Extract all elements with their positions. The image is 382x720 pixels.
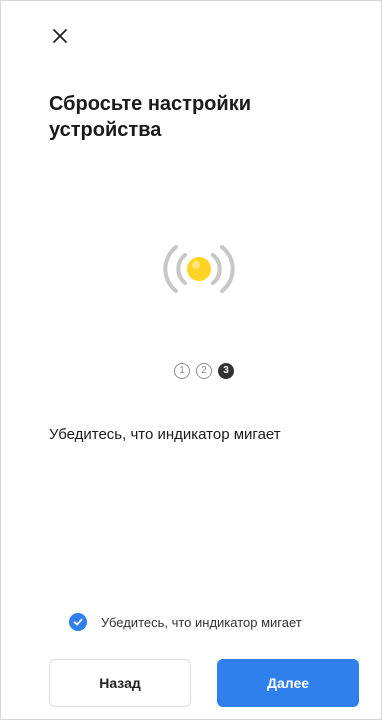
step-3-current: 3	[218, 363, 234, 379]
page-title: Сбросьте настройки устройства	[49, 93, 251, 141]
step-1: 1	[174, 363, 190, 379]
checkmark-icon	[73, 618, 83, 626]
confirm-checkbox-row[interactable]: Убедитесь, что индикатор мигает	[69, 613, 302, 631]
screen: Сбросьте настройки устройства 1 2 3 Убед…	[0, 0, 382, 720]
close-button[interactable]	[49, 25, 71, 47]
blinking-indicator-icon	[163, 245, 235, 293]
step-2: 2	[196, 363, 212, 379]
next-button[interactable]: Далее	[217, 659, 359, 707]
back-button[interactable]: Назад	[49, 659, 191, 707]
close-icon	[53, 29, 67, 43]
confirm-checkbox[interactable]	[69, 613, 87, 631]
step-indicator: 1 2 3	[174, 363, 234, 379]
blinking-indicator-illustration	[151, 233, 247, 305]
confirm-label: Убедитесь, что индикатор мигает	[101, 614, 302, 630]
instruction-text: Убедитесь, что индикатор мигает	[49, 426, 281, 443]
